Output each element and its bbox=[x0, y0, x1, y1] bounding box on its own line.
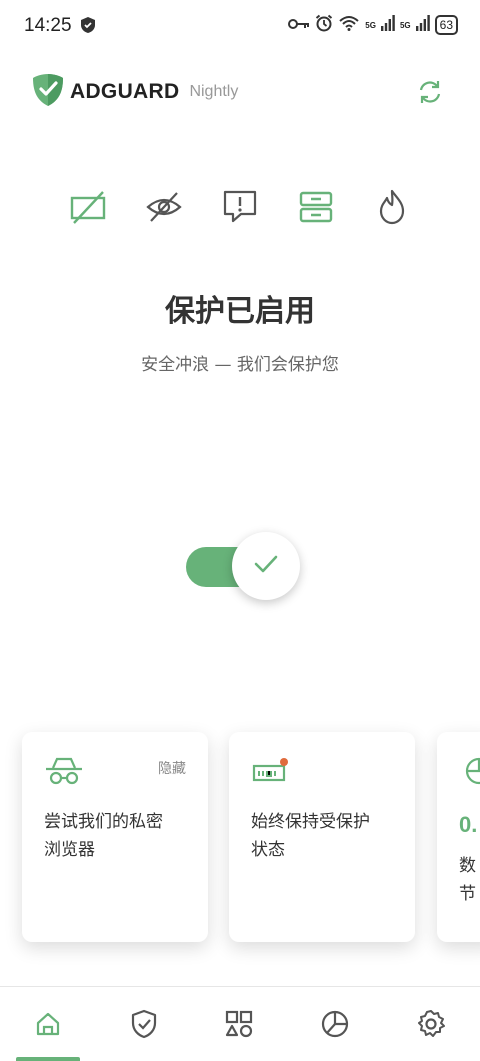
app-header: ADGUARD Nightly bbox=[32, 72, 460, 112]
channel-label: Nightly bbox=[189, 83, 239, 100]
protection-status-title: 保护已启用 bbox=[165, 294, 315, 329]
annoyance-icon[interactable] bbox=[221, 188, 259, 226]
incognito-icon bbox=[44, 757, 84, 790]
promo-cards: 隐藏 尝试我们的私密 浏览器 始终保持受保护 状态 0. 数 节 bbox=[22, 732, 480, 942]
refresh-icon[interactable] bbox=[416, 78, 444, 110]
active-tab-indicator bbox=[16, 1057, 80, 1061]
shield-icon[interactable] bbox=[127, 1007, 161, 1041]
alarm-icon bbox=[315, 14, 333, 36]
signal-1-label: 5G bbox=[365, 20, 376, 30]
home-icon[interactable] bbox=[31, 1007, 65, 1041]
dns-server-icon[interactable] bbox=[297, 188, 335, 226]
ad-block-icon[interactable] bbox=[69, 188, 107, 226]
card-private-browser[interactable]: 隐藏 尝试我们的私密 浏览器 bbox=[22, 732, 208, 942]
status-time: 14:25 bbox=[24, 15, 72, 36]
bottom-navigation bbox=[0, 986, 480, 1061]
signal-2-label: 5G bbox=[399, 20, 411, 30]
key-icon bbox=[288, 16, 310, 35]
brand-name: ADGUARD bbox=[70, 80, 180, 103]
card-label: 尝试我们的私密 浏览器 bbox=[44, 812, 163, 860]
card-label: 始终保持受保护 状态 bbox=[251, 812, 370, 860]
adguard-logo-icon bbox=[32, 73, 64, 111]
card-stay-protected[interactable]: 始终保持受保护 状态 bbox=[229, 732, 415, 942]
stats-icon[interactable] bbox=[318, 1007, 352, 1041]
signal-2-icon bbox=[415, 15, 430, 35]
card-label: 数 节 bbox=[459, 856, 476, 904]
wifi-icon bbox=[338, 15, 360, 35]
settings-icon[interactable] bbox=[414, 1007, 448, 1041]
card-value: 0. bbox=[459, 812, 478, 837]
protection-status-subtitle: 安全冲浪 — 我们会保护您 bbox=[141, 355, 339, 375]
hide-card-link[interactable]: 隐藏 bbox=[158, 758, 186, 778]
status-bar: 14:25 5G 5G 63 bbox=[0, 0, 480, 52]
feature-icons-row bbox=[0, 188, 480, 226]
shield-status-icon bbox=[80, 16, 96, 38]
battery-indicator: 63 bbox=[434, 15, 458, 35]
tracking-protection-icon[interactable] bbox=[145, 188, 183, 226]
pie-icon bbox=[459, 757, 480, 790]
signal-1-icon bbox=[380, 15, 395, 35]
apps-icon[interactable] bbox=[222, 1007, 256, 1041]
check-icon bbox=[252, 552, 280, 580]
card-statistics[interactable]: 0. 数 节 bbox=[437, 732, 480, 942]
battery-icon bbox=[251, 758, 291, 790]
protection-toggle-knob[interactable] bbox=[232, 532, 300, 600]
firewall-flame-icon[interactable] bbox=[373, 188, 411, 226]
